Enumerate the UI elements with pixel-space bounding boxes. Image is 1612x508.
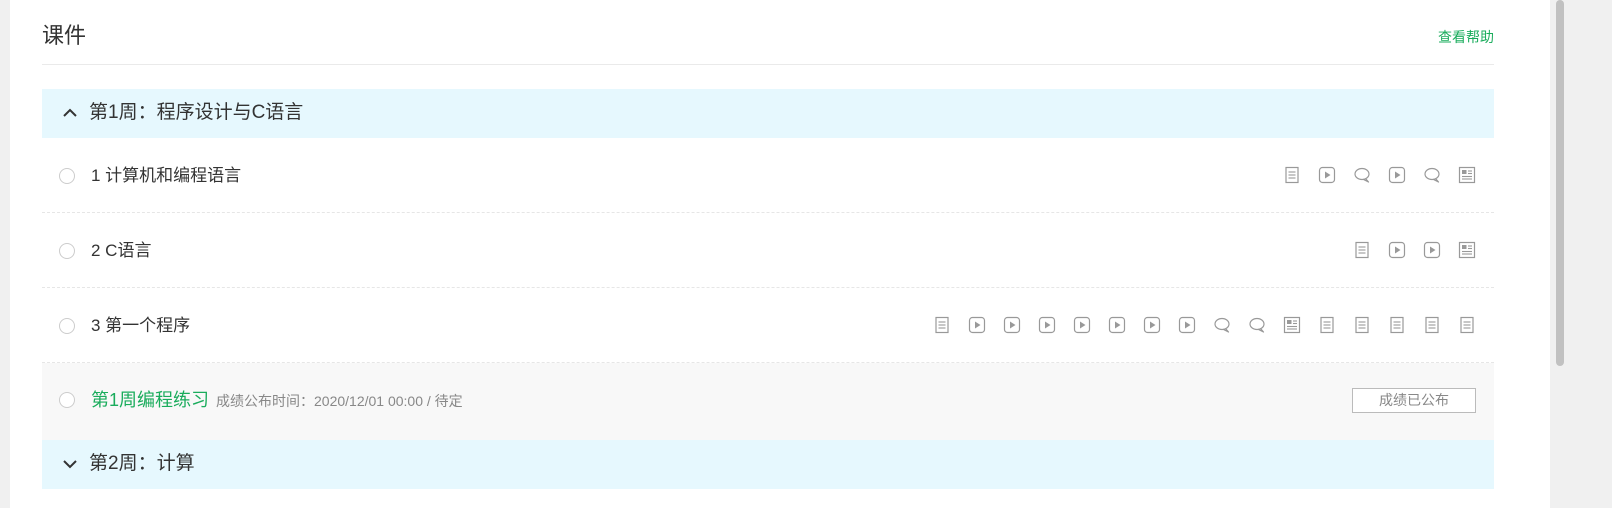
video-icon[interactable] [968, 316, 986, 334]
lesson-row: 1 计算机和编程语言 [42, 138, 1494, 213]
lesson-units [1353, 241, 1476, 259]
video-icon[interactable] [1423, 241, 1441, 259]
lesson-units [1283, 166, 1476, 184]
video-icon[interactable] [1178, 316, 1196, 334]
exercise-title[interactable]: 第1周编程练习 [91, 388, 209, 412]
document-icon[interactable] [1283, 166, 1301, 184]
week-2-header[interactable]: 第2周：计算 [42, 440, 1494, 489]
page-title: 课件 [42, 23, 87, 48]
courseware-header: 课件 查看帮助 [42, 0, 1494, 65]
lesson-title[interactable]: 3 第一个程序 [91, 315, 190, 337]
document-icon[interactable] [1388, 316, 1406, 334]
lesson-title[interactable]: 1 计算机和编程语言 [91, 165, 241, 187]
help-link[interactable]: 查看帮助 [1438, 28, 1494, 46]
week-1-header[interactable]: 第1周：程序设计与C语言 [42, 89, 1494, 138]
article-icon[interactable] [1283, 316, 1301, 334]
lesson-progress-radio [59, 168, 75, 184]
video-icon[interactable] [1318, 166, 1336, 184]
document-icon[interactable] [1423, 316, 1441, 334]
exercise-row: 第1周编程练习 成绩公布时间：2020/12/01 00:00 / 待定 成绩已… [42, 363, 1494, 440]
exercise-progress-radio [59, 392, 75, 408]
video-icon[interactable] [1108, 316, 1126, 334]
video-icon[interactable] [1038, 316, 1056, 334]
article-icon[interactable] [1458, 241, 1476, 259]
discussion-icon[interactable] [1248, 316, 1266, 334]
document-icon[interactable] [1458, 316, 1476, 334]
video-icon[interactable] [1003, 316, 1021, 334]
discussion-icon[interactable] [1353, 166, 1371, 184]
lesson-row: 3 第一个程序 [42, 288, 1494, 363]
lesson-progress-radio [59, 318, 75, 334]
discussion-icon[interactable] [1423, 166, 1441, 184]
article-icon[interactable] [1458, 166, 1476, 184]
video-icon[interactable] [1388, 241, 1406, 259]
document-icon[interactable] [1353, 316, 1371, 334]
video-icon[interactable] [1388, 166, 1406, 184]
chevron-up-icon [62, 105, 78, 121]
lesson-row: 2 C语言 [42, 213, 1494, 288]
week-2-title: 第2周：计算 [89, 453, 195, 474]
exercise-score-time: 成绩公布时间：2020/12/01 00:00 / 待定 [216, 393, 463, 409]
video-icon[interactable] [1073, 316, 1091, 334]
lesson-units [933, 316, 1476, 334]
scrollbar[interactable] [1553, 0, 1567, 508]
chevron-down-icon [62, 456, 78, 472]
week-1-title: 第1周：程序设计与C语言 [89, 102, 304, 123]
score-status-button[interactable]: 成绩已公布 [1352, 388, 1476, 413]
discussion-icon[interactable] [1213, 316, 1231, 334]
document-icon[interactable] [933, 316, 951, 334]
document-icon[interactable] [1353, 241, 1371, 259]
lesson-title[interactable]: 2 C语言 [91, 240, 151, 262]
lesson-progress-radio [59, 243, 75, 259]
scrollbar-thumb[interactable] [1556, 0, 1564, 366]
document-icon[interactable] [1318, 316, 1336, 334]
video-icon[interactable] [1143, 316, 1161, 334]
